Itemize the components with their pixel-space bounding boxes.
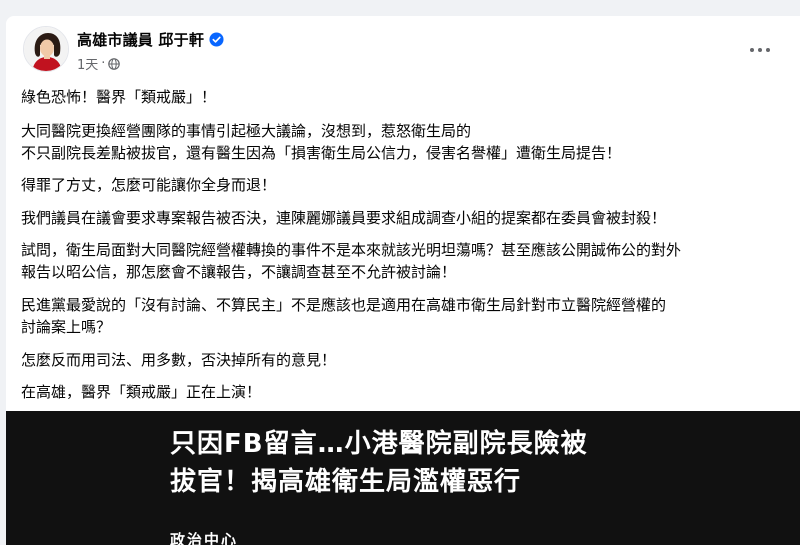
- post-card: 高雄市議員 邱于軒 1天 · 綠色恐怖！醫界「類戒嚴」！ 大同醫院更換經營團隊的…: [6, 16, 800, 545]
- meta-separator: ·: [101, 56, 106, 71]
- more-dot-icon: [750, 48, 754, 52]
- link-preview-headline: 只因FB留言…小港醫院副院長險被 拔官！揭高雄衛生局濫權惡行: [170, 429, 588, 497]
- post-paragraph: 在高雄，醫界「類戒嚴」正在上演！: [21, 383, 262, 401]
- avatar-portrait-icon: [24, 27, 68, 71]
- more-options-button[interactable]: [742, 38, 778, 62]
- post-timestamp[interactable]: 1天: [77, 54, 98, 73]
- globe-icon[interactable]: [108, 57, 121, 70]
- post-paragraph: 試問，衛生局面對大同醫院經營權轉換的事件不是本來就該光明坦蕩嗎？甚至應該公開誠佈…: [21, 241, 682, 281]
- post-paragraph: 大同醫院更換經營團隊的事情引起極大議論，沒想到，惹怒衛生局的 不只副院長差點被拔…: [21, 122, 622, 162]
- more-dot-icon: [758, 48, 762, 52]
- author-avatar[interactable]: [23, 26, 69, 72]
- more-dot-icon: [766, 48, 770, 52]
- post-paragraph: 綠色恐怖！醫界「類戒嚴」！: [21, 88, 217, 106]
- link-preview-source: 政治中心: [170, 531, 239, 545]
- post-paragraph: 怎麼反而用司法、用多數，否決掉所有的意見！: [21, 351, 337, 369]
- author-name[interactable]: 高雄市議員 邱于軒: [77, 29, 204, 50]
- verified-badge-icon: [209, 32, 224, 47]
- post-paragraph: 得罪了方丈，怎麼可能讓你全身而退！: [21, 176, 277, 194]
- post-paragraph: 我們議員在議會要求專案報告被否決，連陳麗娜議員要求組成調查小組的提案都在委員會被…: [21, 209, 667, 227]
- post-header: 高雄市議員 邱于軒 1天 ·: [6, 16, 800, 82]
- post-paragraph: 民進黨最愛說的「沒有討論、不算民主」不是應該也是適用在高雄市衛生局針對市立醫院經…: [21, 296, 667, 336]
- link-preview-image[interactable]: 只因FB留言…小港醫院副院長險被 拔官！揭高雄衛生局濫權惡行 政治中心: [6, 411, 800, 545]
